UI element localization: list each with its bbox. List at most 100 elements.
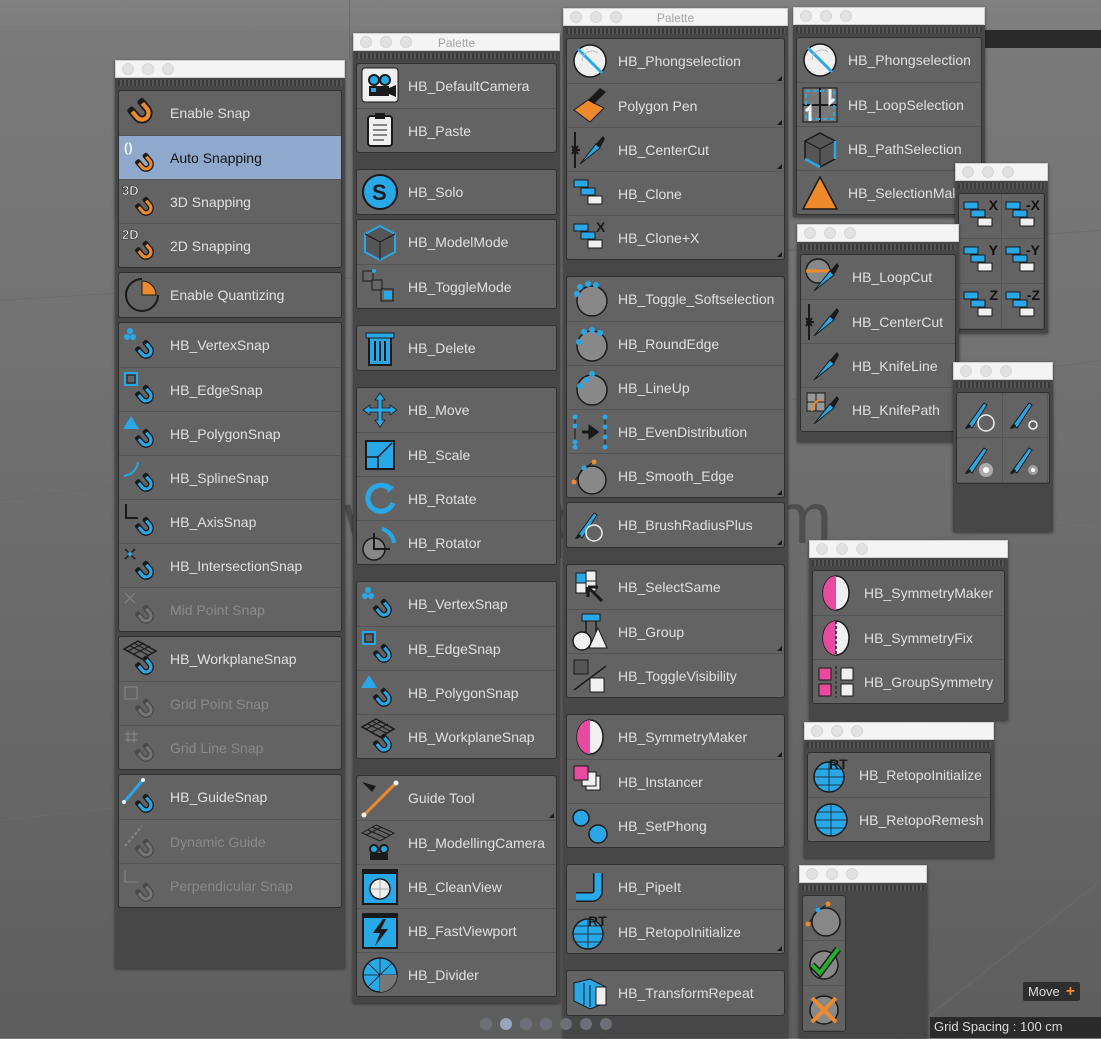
palette-item-hb-defaultcamera[interactable]: HB_DefaultCamera [357, 64, 556, 108]
confirm-check-button[interactable] [803, 941, 845, 986]
palette-item-hb-groupsymmetry[interactable]: HB_GroupSymmetry [813, 659, 1004, 703]
palette-item-hb-workplanesnap[interactable]: HB_WorkplaneSnap [119, 637, 341, 681]
palette-item-hb-lineup[interactable]: HB_LineUp [567, 365, 784, 409]
brush-button[interactable] [1002, 393, 1048, 438]
zoom-button[interactable] [844, 227, 856, 239]
window-titlebar[interactable] [953, 362, 1053, 380]
palette-item-hb-togglemode[interactable]: HB_ToggleMode [357, 264, 556, 308]
drag-grip[interactable] [956, 382, 1050, 388]
window-titlebar[interactable] [115, 60, 345, 78]
cancel-x-button[interactable] [803, 986, 845, 1031]
clone-axis-button-pos-z[interactable]: Z [959, 284, 1002, 329]
window-titlebar[interactable] [809, 540, 1008, 558]
minimize-button[interactable] [826, 868, 838, 880]
drag-grip[interactable] [812, 560, 1005, 566]
window-titlebar[interactable] [799, 865, 927, 883]
drag-grip[interactable] [356, 53, 557, 59]
zoom-button[interactable] [1000, 365, 1012, 377]
palette-item-hb-setphong[interactable]: HB_SetPhong [567, 803, 784, 847]
palette-item-hb-divider[interactable]: HB_Divider [357, 952, 556, 996]
palette-item-hb-selectsame[interactable]: HB_SelectSame [567, 565, 784, 609]
clone-axis-button-neg-z[interactable]: -Z [1001, 284, 1044, 329]
drag-grip[interactable] [800, 244, 956, 250]
drag-grip[interactable] [566, 28, 785, 34]
drag-grip[interactable] [796, 27, 982, 33]
page-dot[interactable] [520, 1018, 532, 1030]
palette-item-hb-polygonsnap[interactable]: HB_PolygonSnap [119, 411, 341, 455]
palette-item-hb-vertexsnap[interactable]: HB_VertexSnap [119, 323, 341, 367]
drag-grip[interactable] [118, 80, 342, 86]
brush-button[interactable] [1002, 438, 1048, 483]
palette-item-perpendicular-snap[interactable]: Perpendicular Snap [119, 863, 341, 907]
minimize-button[interactable] [836, 543, 848, 555]
clone-axis-button-neg-y[interactable]: -Y [1001, 239, 1044, 284]
palette-item-hb-fastviewport[interactable]: HB_FastViewport [357, 908, 556, 952]
palette-item-hb-scale[interactable]: HB_Scale [357, 432, 556, 476]
window-titlebar[interactable] [955, 163, 1048, 181]
palette-item-hb-polygonsnap[interactable]: HB_PolygonSnap [357, 670, 556, 714]
close-button[interactable] [122, 63, 134, 75]
palette-item-hb-delete[interactable]: HB_Delete [357, 326, 556, 370]
palette-item-hb-selectionmaker[interactable]: HB_SelectionMaker [797, 170, 981, 214]
palette-item-hb-knifeline[interactable]: HB_KnifeLine [801, 343, 955, 387]
page-dot[interactable] [560, 1018, 572, 1030]
palette-item-hb-toggle-softselection[interactable]: HB_Toggle_Softselection [567, 277, 784, 321]
clone-axis-button-neg-x[interactable]: -X [1001, 194, 1044, 239]
palette-item-auto-snapping[interactable]: () Auto Snapping [119, 135, 341, 179]
palette-item-hb-phongselection[interactable]: HB_Phongselection [797, 38, 981, 82]
zoom-button[interactable] [846, 868, 858, 880]
palette-item-grid-line-snap[interactable]: Grid Line Snap [119, 725, 341, 769]
palette-item-hb-vertexsnap[interactable]: HB_VertexSnap [357, 582, 556, 626]
palette-item-hb-intersectionsnap[interactable]: HB_IntersectionSnap [119, 543, 341, 587]
palette-item-hb-centercut[interactable]: HB_CenterCut [567, 127, 784, 171]
window-titlebar[interactable]: Palette [563, 8, 788, 26]
palette-item-hb-edgesnap[interactable]: HB_EdgeSnap [357, 626, 556, 670]
brush-button[interactable] [957, 393, 1003, 438]
palette-item-hb-group[interactable]: HB_Group [567, 609, 784, 653]
palette-item-hb-rotator[interactable]: HB_Rotator [357, 520, 556, 564]
close-button[interactable] [962, 166, 974, 178]
window-titlebar[interactable]: Palette [353, 33, 560, 51]
zoom-button[interactable] [856, 543, 868, 555]
palette-item-enable-quantizing[interactable]: Enable Quantizing [119, 273, 341, 317]
clone-axis-button-pos-x[interactable]: X [959, 194, 1002, 239]
drag-grip[interactable] [807, 742, 991, 748]
page-dot[interactable] [580, 1018, 592, 1030]
drag-grip[interactable] [958, 183, 1045, 189]
palette-item-hb-move[interactable]: HB_Move [357, 388, 556, 432]
palette-item-enable-snap[interactable]: Enable Snap [119, 91, 341, 135]
close-button[interactable] [806, 868, 818, 880]
close-button[interactable] [816, 543, 828, 555]
palette-item-hb-retopoinitialize[interactable]: RT HB_RetopoInitialize [808, 753, 990, 797]
palette-item-hb-solo[interactable]: S HB_Solo [357, 170, 556, 214]
minimize-button[interactable] [982, 166, 994, 178]
page-dot[interactable] [540, 1018, 552, 1030]
palette-item-hb-edgesnap[interactable]: HB_EdgeSnap [119, 367, 341, 411]
palette-item-hb-symmetrymaker[interactable]: HB_SymmetryMaker [567, 715, 784, 759]
palette-item-hb-paste[interactable]: HB_Paste [357, 108, 556, 152]
page-dot[interactable] [480, 1018, 492, 1030]
close-button[interactable] [800, 10, 812, 22]
palette-item-polygon-pen[interactable]: Polygon Pen [567, 83, 784, 127]
zoom-button[interactable] [851, 725, 863, 737]
palette-item-hb-splinesnap[interactable]: HB_SplineSnap [119, 455, 341, 499]
palette-item-hb-loopcut[interactable]: HB_LoopCut [801, 255, 955, 299]
palette-item-hb-brushradiusplus[interactable]: HB_BrushRadiusPlus [567, 503, 784, 547]
palette-item-hb-pathselection[interactable]: HB_PathSelection [797, 126, 981, 170]
palette-item-hb-retoporemesh[interactable]: HB_RetopoRemesh [808, 797, 990, 841]
palette-item-hb-modelmode[interactable]: HB_ModelMode [357, 220, 556, 264]
smooth-sphere-button[interactable] [803, 896, 845, 941]
palette-item-hb-symmetrymaker[interactable]: HB_SymmetryMaker [813, 571, 1004, 615]
palette-item-hb-axissnap[interactable]: HB_AxisSnap [119, 499, 341, 543]
minimize-button[interactable] [980, 365, 992, 377]
palette-item-hb-guidesnap[interactable]: HB_GuideSnap [119, 775, 341, 819]
window-titlebar[interactable] [793, 7, 985, 25]
palette-item-hb-instancer[interactable]: HB_Instancer [567, 759, 784, 803]
palette-item-hb-clone[interactable]: HB_Clone [567, 171, 784, 215]
drag-grip[interactable] [802, 885, 924, 891]
palette-item-hb-retopoinitialize[interactable]: RT HB_RetopoInitialize [567, 909, 784, 953]
palette-item-hb-cleanview[interactable]: HB_CleanView [357, 864, 556, 908]
palette-item-hb-knifepath[interactable]: HB_KnifePath [801, 387, 955, 431]
palette-item-hb-smooth-edge[interactable]: HB_Smooth_Edge [567, 453, 784, 497]
palette-item-hb-symmetryfix[interactable]: HB_SymmetryFix [813, 615, 1004, 659]
